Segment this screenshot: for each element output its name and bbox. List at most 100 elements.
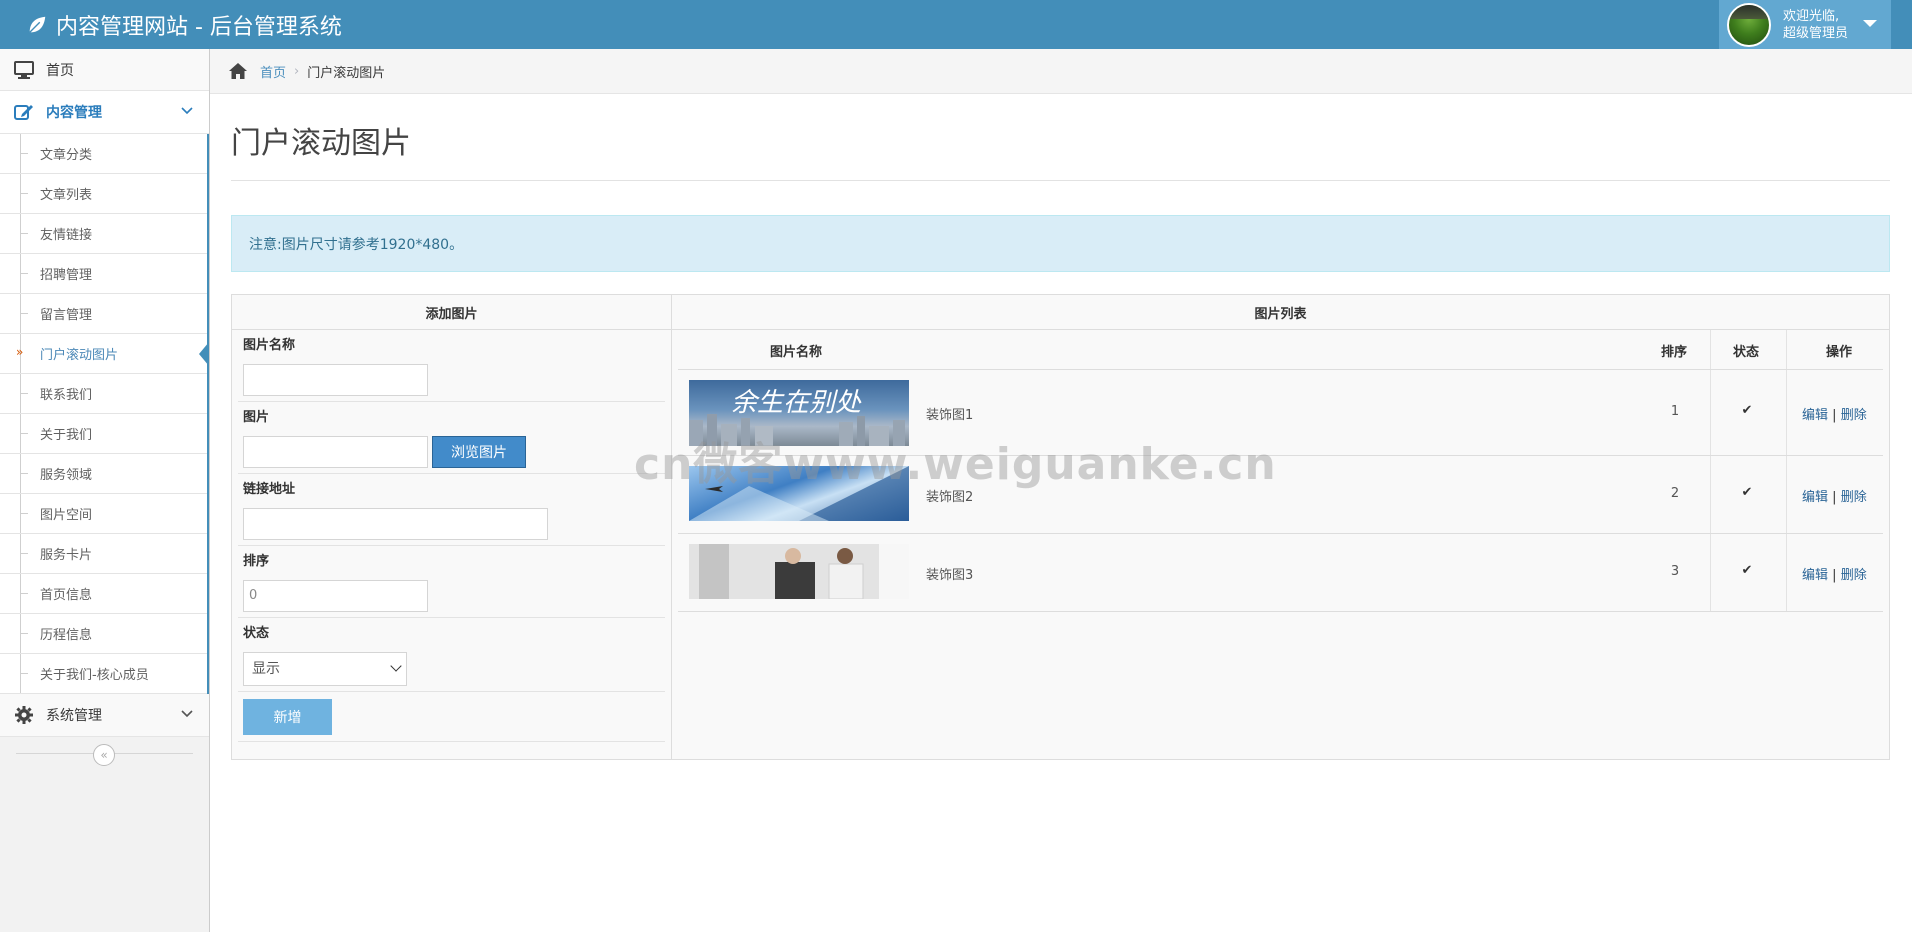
check-icon: ✔: [1741, 403, 1753, 418]
sidebar-item-core-members[interactable]: 关于我们-核心成员: [0, 654, 207, 694]
sidebar-item-image-space[interactable]: 图片空间: [0, 494, 207, 534]
slide-order: 1: [1670, 404, 1680, 419]
breadcrumb: 首页 › 门户滚动图片: [210, 49, 1912, 94]
sidebar-item-service-areas[interactable]: 服务领域: [0, 454, 207, 494]
image-list-panel: 图片列表 图片名称 排序 状态 操作 余生在别处 装饰图1 1 ✔ 编辑 | 删…: [672, 295, 1889, 759]
user-role: 超级管理员: [1783, 25, 1849, 41]
order-input[interactable]: 0: [243, 580, 428, 612]
image-path-input[interactable]: [243, 436, 428, 468]
column-divider: [1710, 330, 1711, 369]
chevron-down-icon[interactable]: [181, 104, 193, 116]
sidebar-item-label: 首页: [46, 62, 74, 79]
sidebar-group-label: 系统管理: [46, 708, 102, 724]
edit-link[interactable]: 编辑: [1802, 408, 1828, 423]
top-navbar: 内容管理网站 - 后台管理系统 欢迎光临, 超级管理员: [0, 0, 1912, 49]
add-button[interactable]: 新增: [243, 699, 332, 735]
sidebar-group-content[interactable]: 内容管理: [0, 91, 209, 134]
check-icon: ✔: [1741, 563, 1753, 578]
column-divider: [1710, 534, 1711, 611]
sidebar-group-label: 内容管理: [46, 105, 102, 121]
column-divider: [1786, 456, 1787, 533]
user-menu[interactable]: 欢迎光临, 超级管理员: [1719, 0, 1891, 49]
sidebar-item-portal-slider[interactable]: » 门户滚动图片: [0, 334, 209, 374]
browse-image-button[interactable]: 浏览图片: [432, 436, 526, 468]
status-select[interactable]: 显示: [243, 652, 407, 686]
sidebar-item-recruitment[interactable]: 招聘管理: [0, 254, 207, 294]
watermark: cn微客www.weiguanke.cn: [634, 439, 1277, 490]
sidebar-item-label: 招聘管理: [40, 268, 93, 283]
image-name-input[interactable]: [243, 364, 428, 396]
leaf-icon: [29, 16, 46, 33]
sidebar-item-article-category[interactable]: 文章分类: [0, 134, 207, 174]
form-row-link: 链接地址: [238, 474, 665, 546]
main-panel: 添加图片 图片名称 图片 浏览图片 链接地址 排序 0 状态 显示 新增 图片列…: [231, 294, 1890, 760]
sidebar-item-messages[interactable]: 留言管理: [0, 294, 207, 334]
content-submenu: 文章分类 文章列表 友情链接 招聘管理 留言管理 » 门户滚动图片 联系我们 关…: [0, 134, 209, 694]
image-list-heading: 图片列表: [672, 295, 1889, 330]
double-angle-right-icon: »: [16, 345, 24, 359]
column-header-ops: 操作: [1826, 345, 1853, 360]
action-separator: |: [1832, 568, 1837, 583]
edit-link[interactable]: 编辑: [1802, 490, 1828, 505]
slide-name: 装饰图3: [926, 568, 974, 583]
sidebar-item-label: 关于我们: [40, 428, 93, 443]
sidebar-item-home[interactable]: 首页: [0, 49, 209, 91]
delete-link[interactable]: 删除: [1841, 490, 1867, 505]
column-header-status: 状态: [1733, 345, 1760, 360]
form-row-submit: 新增: [238, 692, 665, 742]
link-url-input[interactable]: [243, 508, 548, 540]
welcome-text: 欢迎光临,: [1783, 8, 1840, 24]
table-row: 装饰图3 3 ✔ 编辑 | 删除: [678, 534, 1883, 612]
delete-link[interactable]: 删除: [1841, 568, 1867, 583]
divider: [231, 180, 1890, 181]
desktop-icon: [14, 60, 34, 79]
notice-alert: 注意:图片尺寸请参考1920*480。: [231, 215, 1890, 272]
active-indicator: [199, 342, 209, 366]
action-separator: |: [1832, 408, 1837, 423]
collapse-sidebar-button[interactable]: «: [93, 744, 115, 766]
check-icon: ✔: [1741, 485, 1753, 500]
sidebar-item-history[interactable]: 历程信息: [0, 614, 207, 654]
brand[interactable]: 内容管理网站 - 后台管理系统: [26, 0, 342, 49]
page-title: 门户滚动图片: [231, 126, 411, 161]
chevron-down-icon[interactable]: [181, 707, 193, 719]
order-label: 排序: [243, 554, 270, 569]
sidebar-item-service-cards[interactable]: 服务卡片: [0, 534, 207, 574]
form-row-status: 状态 显示: [238, 618, 665, 692]
business-people-image: [689, 544, 909, 599]
action-separator: |: [1832, 490, 1837, 505]
sidebar-item-label: 服务领域: [40, 468, 93, 483]
column-divider: [1786, 330, 1787, 369]
column-header-name: 图片名称: [770, 345, 823, 360]
sidebar-collapse-bar: «: [0, 737, 209, 771]
sidebar-item-friend-links[interactable]: 友情链接: [0, 214, 207, 254]
edit-link[interactable]: 编辑: [1802, 568, 1828, 583]
sidebar-item-label: 图片空间: [40, 508, 93, 523]
breadcrumb-home-link[interactable]: 首页: [260, 62, 286, 81]
sidebar-item-contact[interactable]: 联系我们: [0, 374, 207, 414]
app-title: 内容管理网站 - 后台管理系统: [56, 14, 342, 40]
row-actions: 编辑 | 删除: [1802, 486, 1867, 505]
sidebar-item-label: 门户滚动图片: [40, 348, 119, 363]
caret-down-icon[interactable]: [1863, 20, 1877, 27]
home-icon: [229, 63, 247, 79]
add-image-panel: 添加图片 图片名称 图片 浏览图片 链接地址 排序 0 状态 显示 新增: [232, 295, 672, 759]
status-label: 状态: [243, 626, 270, 641]
delete-link[interactable]: 删除: [1841, 408, 1867, 423]
sidebar-item-about[interactable]: 关于我们: [0, 414, 207, 454]
avatar[interactable]: [1727, 2, 1771, 47]
add-image-heading: 添加图片: [232, 295, 671, 330]
status-select-value: 显示: [252, 661, 280, 677]
sidebar-item-home-info[interactable]: 首页信息: [0, 574, 207, 614]
column-divider: [1710, 456, 1711, 533]
form-row-name: 图片名称: [238, 330, 665, 402]
table-header: 图片名称 排序 状态 操作: [678, 330, 1883, 370]
sidebar-item-article-list[interactable]: 文章列表: [0, 174, 207, 214]
sidebar-group-system[interactable]: 系统管理: [0, 694, 209, 737]
row-actions: 编辑 | 删除: [1802, 404, 1867, 423]
column-divider: [1710, 370, 1711, 455]
sidebar-item-label: 关于我们-核心成员: [40, 668, 149, 683]
column-divider: [1786, 534, 1787, 611]
form-row-image: 图片 浏览图片: [238, 402, 665, 474]
breadcrumb-current: 门户滚动图片: [307, 65, 386, 81]
